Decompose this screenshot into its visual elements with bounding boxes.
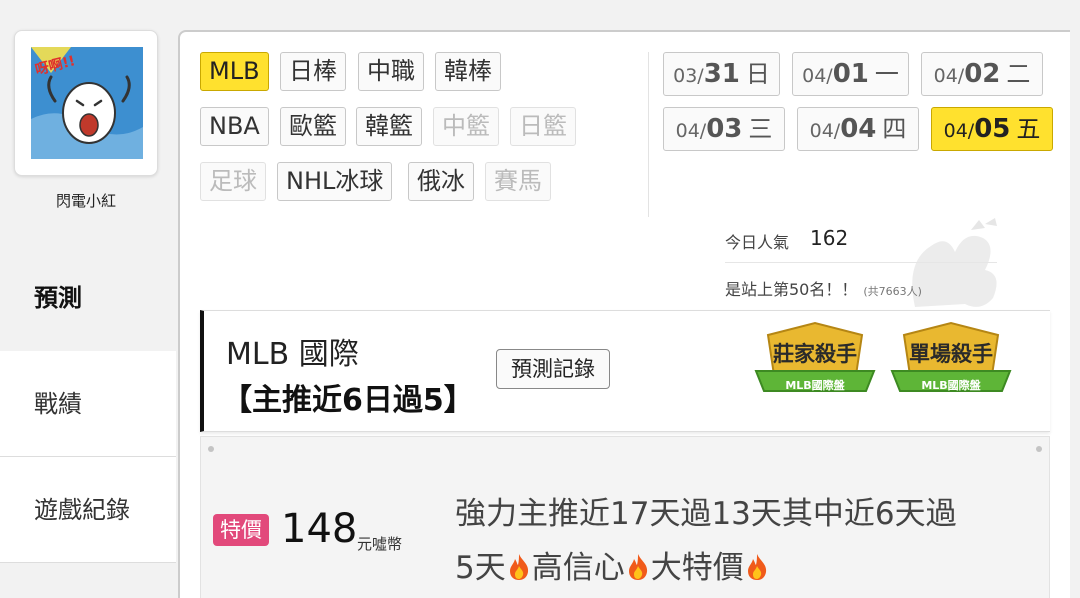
league-tab-soccer: 足球 <box>200 162 266 201</box>
rank-total: (共7663人) <box>863 285 922 298</box>
prediction-card: MLB 國際 【主推近6日過5】 預測記錄 莊家殺手 MLB國際盤 單場殺手 M… <box>200 310 1050 432</box>
price: 148 <box>281 506 358 552</box>
popularity-label: 今日人氣 <box>725 233 790 252</box>
description-part-sale: 大特價 <box>650 550 744 586</box>
pin-icon <box>1036 446 1042 452</box>
date-tab-0402[interactable]: 04/02 二 <box>921 52 1043 96</box>
avatar-image: 呀啊!! <box>31 47 143 159</box>
pin-icon <box>208 446 214 452</box>
league-tab-nba[interactable]: NBA <box>200 107 269 146</box>
sidebar-nav: 預測 戰績 遊戲紀錄 <box>0 245 178 563</box>
card-title: MLB 國際 <box>226 337 359 372</box>
date-tab-0404[interactable]: 04/04 四 <box>797 107 919 151</box>
main-panel: MLB 日棒 中職 韓棒 NBA 歐籃 韓籃 中籃 日籃 足球 NHL冰球 俄冰… <box>178 30 1070 598</box>
currency-label: 元噓幣 <box>357 535 403 553</box>
badge-subtitle: MLB國際盤 <box>785 379 845 392</box>
date-tab-0405[interactable]: 04/05 五 <box>931 107 1053 151</box>
league-tab-kbl[interactable]: 韓籃 <box>356 107 422 146</box>
badge-title: 莊家殺手 <box>773 342 857 366</box>
username[interactable]: 閃電小紅 <box>0 190 172 211</box>
rank-text: 是站上第50名！！ <box>725 280 858 299</box>
fire-icon <box>747 554 766 580</box>
league-tab-mlb[interactable]: MLB <box>200 52 269 91</box>
sale-tag: 特價 <box>213 514 269 546</box>
card-subtitle: 【主推近6日過5】 <box>222 383 474 418</box>
fire-icon <box>628 554 647 580</box>
date-tab-0401[interactable]: 04/01 一 <box>792 52 909 96</box>
description-part-days: 5天 <box>455 550 506 586</box>
popularity-value: 162 <box>810 226 849 250</box>
league-tab-nhl[interactable]: NHL冰球 <box>277 162 393 201</box>
popularity-rank: 是站上第50名！！ (共7663人) <box>725 276 922 300</box>
description-part-confidence: 高信心 <box>531 550 625 586</box>
description-line-1: 強力主推近17天過13天其中近6天過 <box>455 496 957 532</box>
prediction-record-button[interactable]: 預測記錄 <box>496 349 610 389</box>
league-tab-npb[interactable]: 日棒 <box>280 52 346 91</box>
league-tab-kbo[interactable]: 韓棒 <box>435 52 501 91</box>
league-tab-cba: 中籃 <box>433 107 499 146</box>
badge-bookmaker-killer: 莊家殺手 MLB國際盤 <box>752 321 878 407</box>
league-tab-horse-racing: 賽馬 <box>485 162 551 201</box>
league-tab-khl[interactable]: 俄冰 <box>408 162 474 201</box>
league-tab-cpbl[interactable]: 中職 <box>358 52 424 91</box>
badge-title: 單場殺手 <box>909 342 993 366</box>
avatar[interactable]: 呀啊!! <box>14 30 158 176</box>
listing-description: 強力主推近17天過13天其中近6天過 5天 高信心 大特價 <box>455 487 1025 595</box>
sidebar-item-record[interactable]: 戰績 <box>0 351 176 457</box>
league-tab-bleague: 日籃 <box>510 107 576 146</box>
divider <box>648 52 649 217</box>
date-tab-0331[interactable]: 03/31 日 <box>663 52 780 96</box>
sidebar-item-game-history[interactable]: 遊戲紀錄 <box>0 457 176 563</box>
fire-icon <box>509 554 528 580</box>
badge-single-game-killer: 單場殺手 MLB國際盤 <box>888 321 1014 407</box>
badge-subtitle: MLB國際盤 <box>921 379 981 392</box>
sidebar: 呀啊!! 閃電小紅 預測 戰績 遊戲紀錄 <box>0 0 178 598</box>
popularity-divider <box>725 262 997 263</box>
prediction-listing[interactable]: 特價 148 元噓幣 強力主推近17天過13天其中近6天過 5天 高信心 大特價 <box>200 436 1050 598</box>
sidebar-item-predict[interactable]: 預測 <box>0 245 176 351</box>
league-tab-euro-basketball[interactable]: 歐籃 <box>280 107 346 146</box>
date-tab-0403[interactable]: 04/03 三 <box>663 107 785 151</box>
